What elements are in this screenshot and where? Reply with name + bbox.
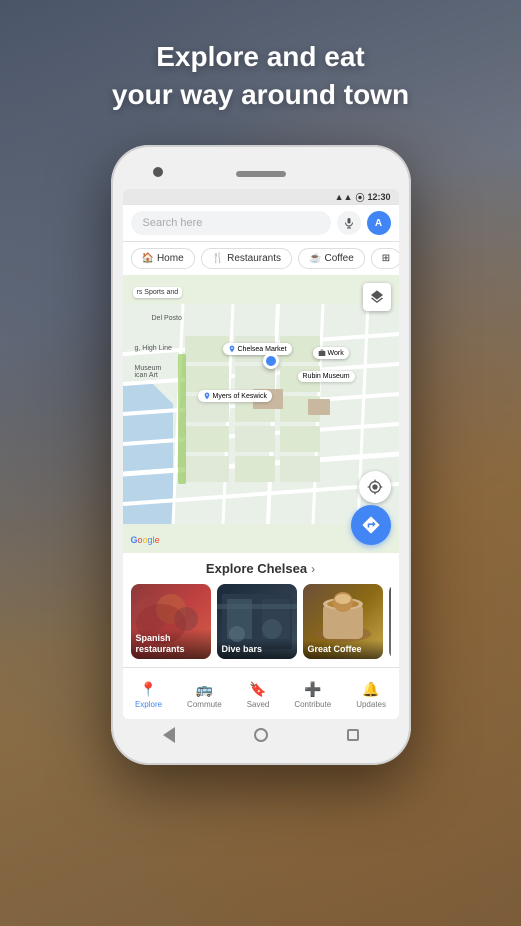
contribute-nav-icon: ➕: [304, 681, 321, 698]
chip-home-label: Home: [157, 253, 184, 264]
user-location-pin: [263, 353, 279, 369]
explore-nav-icon: 📍: [140, 681, 157, 698]
google-watermark: Google: [131, 535, 160, 545]
updates-nav-icon: 🔔: [362, 681, 379, 698]
mic-button[interactable]: [337, 211, 361, 235]
recents-button[interactable]: [344, 726, 362, 744]
explore-chevron[interactable]: ›: [311, 562, 315, 576]
chip-coffee-label: Coffee: [324, 253, 353, 264]
updates-nav-label: Updates: [356, 700, 386, 709]
card-dive-bars[interactable]: Dive bars: [217, 584, 297, 659]
home-button[interactable]: [252, 726, 270, 744]
search-placeholder: Search here: [143, 217, 203, 229]
explore-cards: Spanish restaurants Dive: [131, 584, 391, 659]
nav-saved[interactable]: 🔖 Saved: [247, 681, 270, 709]
phone-speaker: [236, 171, 286, 177]
filter-chips: 🏠 Home 🍴 Restaurants ☕ Coffee ⊞: [123, 242, 399, 275]
saved-nav-label: Saved: [247, 700, 270, 709]
status-bar: ▲▲ ⦿ 12:30: [123, 189, 399, 205]
explore-section: Explore Chelsea › Spa: [123, 553, 399, 667]
myers-label: Myers of Keswick: [198, 390, 272, 402]
contribute-nav-label: Contribute: [294, 700, 331, 709]
layers-button[interactable]: [363, 283, 391, 311]
explore-header: Explore Chelsea ›: [131, 561, 391, 576]
map-label-top: rs Sports and: [133, 287, 183, 298]
explore-title: Explore Chelsea: [206, 561, 307, 576]
back-icon: [163, 727, 175, 743]
back-button[interactable]: [160, 726, 178, 744]
map-area[interactable]: rs Sports and Del Posto g, High Line Mus…: [123, 275, 399, 553]
chip-more[interactable]: ⊞: [371, 248, 399, 269]
commute-nav-icon: 🚌: [196, 681, 213, 698]
headline: Explore and eat your way around town: [0, 38, 521, 114]
wifi-icon: ⦿: [355, 191, 364, 204]
chelsea-market-label: Chelsea Market: [223, 343, 292, 355]
saved-nav-icon: 🔖: [249, 681, 266, 698]
bottom-nav: 📍 Explore 🚌 Commute 🔖 Saved ➕ Contribute…: [123, 667, 399, 719]
headline-line1: Explore and eat: [0, 38, 521, 76]
commute-nav-label: Commute: [187, 700, 222, 709]
museum-label: Museumican Art: [131, 363, 166, 381]
search-input[interactable]: Search here: [131, 211, 331, 235]
restaurants-chip-icon: 🍴: [212, 253, 224, 264]
work-label: Work: [313, 347, 349, 359]
user-avatar[interactable]: A: [367, 211, 391, 235]
phone-top: [123, 163, 399, 185]
location-button[interactable]: [359, 471, 391, 503]
card-spanish-label: Spanish restaurants: [131, 629, 211, 659]
card-divebars-label: Dive bars: [217, 640, 297, 659]
chip-home[interactable]: 🏠 Home: [131, 248, 195, 269]
nav-explore[interactable]: 📍 Explore: [135, 681, 162, 709]
chelsea-market-text: Chelsea Market: [238, 346, 287, 353]
coffee-chip-icon: ☕: [309, 253, 321, 264]
status-icons: ▲▲ ⦿ 12:30: [335, 191, 391, 204]
nav-commute[interactable]: 🚌 Commute: [187, 681, 222, 709]
time-display: 12:30: [367, 192, 390, 202]
card-spanish-restaurants[interactable]: Spanish restaurants: [131, 584, 211, 659]
chip-coffee[interactable]: ☕ Coffee: [298, 248, 365, 269]
signal-icon: ▲▲: [335, 192, 353, 202]
home-icon: [254, 728, 268, 742]
home-chip-icon: 🏠: [142, 253, 154, 264]
phone-bottom-nav: [123, 719, 399, 747]
nav-updates[interactable]: 🔔 Updates: [356, 681, 386, 709]
more-chip-icon: ⊞: [382, 253, 390, 264]
phone-camera: [153, 167, 163, 177]
search-bar: Search here A: [123, 205, 399, 242]
high-line-label: g, High Line: [131, 343, 176, 354]
work-text: Work: [328, 350, 344, 357]
rubin-museum-label: Rubin Museum: [298, 371, 355, 382]
headline-line2: your way around town: [0, 76, 521, 114]
card-more[interactable]: [389, 584, 391, 659]
card-coffee[interactable]: Great Coffee: [303, 584, 383, 659]
card-coffee-label: Great Coffee: [303, 640, 383, 659]
del-posto-label: Del Posto: [148, 313, 186, 324]
chip-restaurants[interactable]: 🍴 Restaurants: [201, 248, 292, 269]
phone-frame: ▲▲ ⦿ 12:30 Search here A 🏠: [111, 145, 411, 765]
go-button[interactable]: [351, 505, 391, 545]
nav-contribute[interactable]: ➕ Contribute: [294, 681, 331, 709]
chip-restaurants-label: Restaurants: [227, 253, 281, 264]
recents-icon: [347, 729, 359, 741]
explore-nav-label: Explore: [135, 700, 162, 709]
phone-screen: ▲▲ ⦿ 12:30 Search here A 🏠: [123, 189, 399, 719]
